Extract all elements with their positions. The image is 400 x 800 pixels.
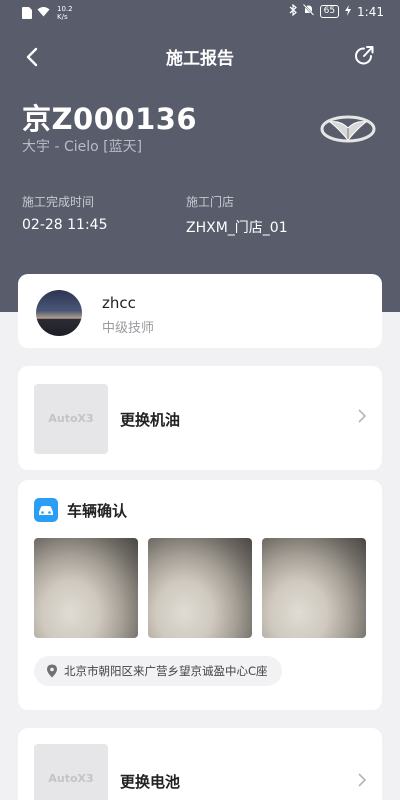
location-address: 北京市朝阳区来广营乡望京诚盈中心C座 <box>64 664 268 678</box>
vehicle-photo[interactable] <box>262 538 366 638</box>
network-speed-unit: K/s <box>57 13 68 21</box>
technician-card: zhcc 中级技师 <box>18 274 382 348</box>
car-model: 大宇 - Cielo [蓝天] <box>22 139 143 155</box>
page-title: 施工报告 <box>166 49 234 69</box>
avatar <box>36 290 82 336</box>
status-bar: 10.2 K/s 65 1:41 <box>0 0 400 26</box>
navigation-bar: 施工报告 <box>0 38 400 74</box>
service-card-oil-change[interactable]: AutoX3 更换机油 <box>18 366 382 470</box>
license-plate: 京Z000136 <box>22 102 198 136</box>
technician-name: zhcc <box>102 294 136 312</box>
wifi-icon <box>37 6 50 20</box>
mute-bell-icon <box>302 3 314 19</box>
car-icon <box>34 498 58 522</box>
vehicle-photo[interactable] <box>148 538 252 638</box>
charging-icon <box>345 4 352 19</box>
autox3-logo: AutoX3 <box>48 772 94 785</box>
car-brand-logo-icon <box>320 112 376 146</box>
autox3-logo: AutoX3 <box>48 412 94 425</box>
store-value: ZHXM_门店_01 <box>186 220 288 236</box>
service-card-battery[interactable]: AutoX3 更换电池 <box>18 728 382 800</box>
service-thumbnail: AutoX3 <box>34 744 108 800</box>
vehicle-confirmation-card: 车辆确认 北京市朝阳区来广营乡望京诚盈中心C座 <box>18 480 382 710</box>
battery-icon: 65 <box>319 5 340 18</box>
location-tag: 北京市朝阳区来广营乡望京诚盈中心C座 <box>34 656 282 686</box>
completion-time-value: 02-28 11:45 <box>22 217 108 233</box>
location-pin-icon <box>46 664 58 678</box>
share-icon[interactable] <box>352 44 376 68</box>
service-title: 更换机油 <box>120 411 181 429</box>
service-thumbnail: AutoX3 <box>34 384 108 454</box>
sim-card-icon <box>22 7 32 19</box>
network-speed: 10.2 K/s <box>57 5 73 21</box>
chevron-right-icon <box>358 408 367 427</box>
service-title: 更换电池 <box>120 773 181 791</box>
store-label: 施工门店 <box>186 195 235 209</box>
network-speed-value: 10.2 <box>57 5 73 13</box>
vehicle-photo[interactable] <box>34 538 138 638</box>
bluetooth-icon <box>289 3 297 19</box>
completion-time-label: 施工完成时间 <box>22 195 95 209</box>
chevron-right-icon <box>358 772 367 791</box>
technician-level: 中级技师 <box>102 321 155 336</box>
clock-time: 1:41 <box>357 4 384 19</box>
section-title: 车辆确认 <box>67 502 128 520</box>
